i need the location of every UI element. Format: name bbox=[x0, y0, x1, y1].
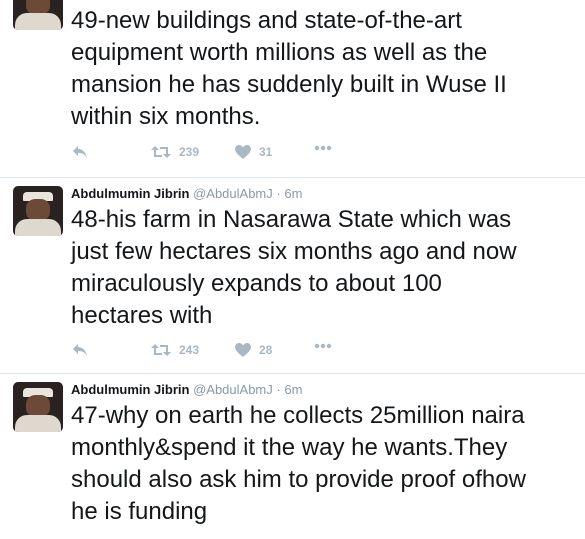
author-name[interactable]: Abdulmumin Jibrin bbox=[71, 186, 189, 201]
like-button[interactable]: 31 bbox=[235, 145, 272, 159]
retweet-icon bbox=[151, 146, 171, 158]
reply-icon bbox=[73, 344, 87, 356]
author-handle[interactable]: @AbdulAbmJ bbox=[193, 186, 273, 201]
retweet-count: 243 bbox=[179, 343, 200, 357]
like-button[interactable]: 28 bbox=[235, 343, 272, 357]
tweet[interactable]: Abdulmumin Jibrin @AbdulAbmJ · 6m 47-why… bbox=[0, 374, 585, 539]
retweet-button[interactable]: 239 bbox=[151, 145, 199, 159]
tweet-timestamp[interactable]: 6m bbox=[284, 382, 302, 397]
tweet-header: Abdulmumin Jibrin @AbdulAbmJ · 6m bbox=[71, 186, 302, 201]
tweet-header: Abdulmumin Jibrin @AbdulAbmJ · 6m bbox=[71, 382, 302, 397]
like-count: 28 bbox=[259, 343, 273, 357]
tweet-text: 47-why on earth he collects 25million na… bbox=[71, 402, 526, 525]
retweet-button[interactable]: 243 bbox=[151, 343, 199, 357]
reply-button[interactable] bbox=[72, 343, 88, 357]
reply-icon bbox=[73, 146, 87, 158]
retweet-count: 239 bbox=[179, 145, 200, 159]
reply-button[interactable] bbox=[72, 145, 88, 159]
separator-dot: · bbox=[276, 186, 281, 201]
more-button[interactable] bbox=[314, 145, 332, 151]
retweet-icon bbox=[151, 344, 171, 356]
tweet-feed: 49-new buildings and state-of-the-art eq… bbox=[0, 0, 585, 539]
tweet[interactable]: 49-new buildings and state-of-the-art eq… bbox=[0, 0, 585, 178]
more-icon bbox=[314, 343, 332, 349]
author-name[interactable]: Abdulmumin Jibrin bbox=[71, 382, 189, 397]
tweet-text: 49-new buildings and state-of-the-art eq… bbox=[71, 7, 507, 130]
heart-icon bbox=[235, 145, 251, 159]
avatar[interactable] bbox=[13, 382, 63, 432]
more-icon bbox=[314, 145, 332, 151]
tweet-timestamp[interactable]: 6m bbox=[284, 186, 302, 201]
avatar[interactable] bbox=[13, 186, 63, 236]
more-button[interactable] bbox=[314, 343, 332, 349]
avatar[interactable] bbox=[13, 0, 63, 30]
author-handle[interactable]: @AbdulAbmJ bbox=[193, 382, 273, 397]
tweet-text: 48-his farm in Nasarawa State which was … bbox=[71, 206, 517, 329]
separator-dot: · bbox=[276, 382, 281, 397]
tweet[interactable]: Abdulmumin Jibrin @AbdulAbmJ · 6m 48-his… bbox=[0, 178, 585, 374]
like-count: 31 bbox=[259, 145, 273, 159]
heart-icon bbox=[235, 343, 251, 357]
